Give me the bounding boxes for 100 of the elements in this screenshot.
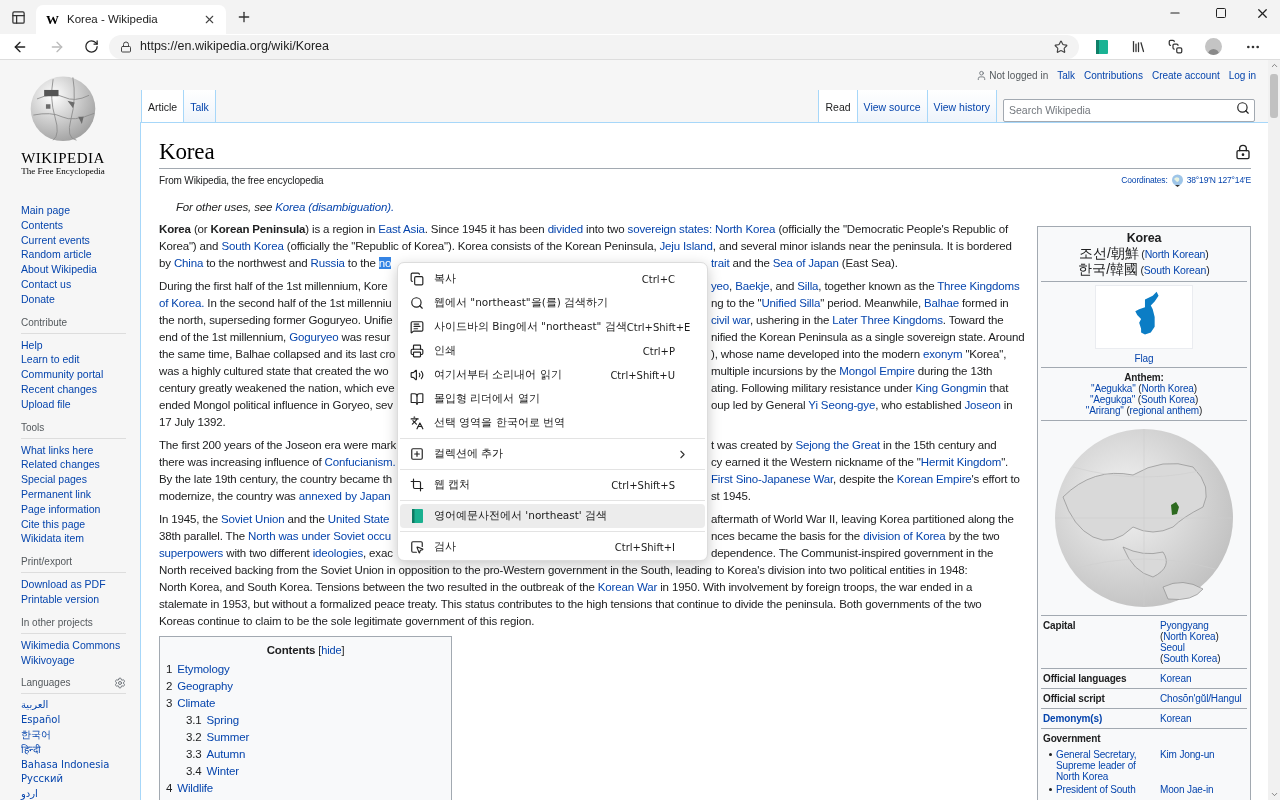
browser-tab[interactable]: W Korea - Wikipedia (36, 5, 226, 34)
link[interactable]: First Sino-Japanese War (711, 473, 834, 485)
menu-item[interactable]: 여기서부터 소리내어 읽기 Ctrl+Shift+U (400, 363, 705, 387)
coordinates-link[interactable]: 38°19′N 127°14′E (1186, 174, 1251, 187)
page-tab[interactable]: View history (927, 90, 997, 122)
sidebar-link[interactable]: Contact us (21, 277, 126, 292)
sidebar-link[interactable]: What links here (21, 442, 126, 458)
toc-link[interactable]: Autumn (206, 745, 246, 764)
link[interactable]: divided (547, 223, 584, 235)
link[interactable]: Pyongyang (1160, 620, 1209, 631)
sidebar-link[interactable]: Printable version (21, 591, 126, 607)
refresh-icon[interactable] (84, 39, 99, 54)
close-icon[interactable] (203, 13, 216, 26)
address-bar[interactable]: https://en.wikipedia.org/wiki/Korea (109, 34, 1079, 59)
sidebar-link[interactable]: Related changes (21, 457, 126, 473)
toc-link[interactable]: Spring (206, 711, 239, 730)
link[interactable]: trait (711, 257, 730, 269)
globe-icon[interactable] (1170, 174, 1184, 187)
new-tab-icon[interactable] (236, 9, 252, 25)
link[interactable]: East Asia (378, 223, 425, 235)
link[interactable]: Mongol Empire (839, 365, 915, 377)
sidebar-link[interactable]: Random article (21, 247, 126, 263)
sidebar-link[interactable]: Permanent link (21, 486, 126, 502)
sidebar-link[interactable]: Upload file (21, 396, 126, 412)
link[interactable]: Hermit Kingdom (920, 456, 1002, 468)
page-tab[interactable]: Read (819, 90, 858, 122)
search-icon[interactable] (1236, 101, 1250, 115)
toc-link[interactable]: Geography (177, 677, 233, 696)
link[interactable]: "Aegukga" (1089, 394, 1136, 405)
settings-icon[interactable] (114, 676, 126, 689)
menu-item[interactable]: 웹 캡처 Ctrl+Shift+S (400, 473, 705, 497)
sidebar-link[interactable]: हिन्दी (21, 742, 126, 758)
link[interactable]: Moon Jae-in (1160, 784, 1214, 795)
menu-item[interactable]: 선택 영역을 한국어로 번역 (400, 411, 705, 435)
link[interactable]: North Korea (1163, 631, 1216, 642)
link[interactable]: exonym (923, 348, 963, 360)
link[interactable]: North Korea (1141, 383, 1194, 394)
toc-link[interactable]: Winter (206, 762, 239, 781)
link[interactable]: of Korea. (159, 297, 205, 309)
link[interactable]: Joseon (964, 399, 1001, 411)
link[interactable]: General Secretary, Supreme leader of North Korea (1056, 749, 1152, 782)
sidebar-link[interactable]: Wikidata item (21, 531, 126, 547)
sidebar-link[interactable]: 한국어 (21, 727, 126, 743)
sidebar-link[interactable]: Wikivoyage (21, 652, 126, 668)
link[interactable]: United State (327, 513, 390, 525)
sidebar-link[interactable]: Main page (21, 203, 126, 218)
link[interactable]: Confucianism. (324, 456, 396, 468)
sidebar-link[interactable]: Bahasa Indonesia (21, 757, 126, 773)
link[interactable]: annexed by Japan (298, 490, 391, 502)
profile-avatar[interactable] (1205, 38, 1223, 55)
personal-link[interactable]: Log in (1228, 67, 1256, 83)
link[interactable]: South Korea (221, 240, 284, 252)
link[interactable]: superpowers (159, 547, 224, 559)
link[interactable]: China (173, 257, 204, 269)
toc-link[interactable]: Summer (206, 728, 250, 747)
sidebar-link[interactable]: Special pages (21, 472, 126, 487)
link[interactable]: Seoul (1160, 642, 1185, 653)
page-tab[interactable]: Talk (184, 90, 216, 122)
sidebar-link[interactable]: Download as PDF (21, 577, 126, 592)
sidebar-link[interactable]: Español (21, 713, 126, 728)
menu-item[interactable]: 영어예문사전에서 'northeast' 검색 (400, 504, 705, 528)
sidebar-link[interactable]: Page information (21, 501, 126, 517)
sidebar-link[interactable]: Wikimedia Commons (21, 637, 126, 653)
menu-item[interactable]: 사이드바의 Bing에서 "northeast" 검색Ctrl+Shift+E (400, 315, 705, 339)
link[interactable]: Korea (disambiguation). (275, 201, 394, 213)
sidebar-link[interactable]: Community portal (21, 367, 126, 382)
menu-item[interactable]: 컬렉션에 추가 (400, 442, 705, 466)
link[interactable]: King Gongmin (915, 382, 987, 394)
add-favorite-icon[interactable] (1054, 39, 1068, 54)
link[interactable]: President of South (1056, 784, 1152, 795)
link[interactable]: Sejong the Great (795, 439, 880, 451)
link[interactable]: Balhae (924, 297, 959, 309)
personal-link[interactable]: Contributions (1084, 67, 1143, 83)
scrollbar[interactable] (1268, 60, 1280, 800)
link[interactable]: "Aegukka" (1091, 383, 1136, 394)
scrollbar-thumb[interactable] (1270, 74, 1278, 118)
sidebar-link[interactable]: Current events (21, 232, 126, 248)
search-field[interactable]: Search Wikipedia (1003, 98, 1255, 122)
toc-link[interactable]: Climate (177, 694, 216, 713)
link[interactable]: civil war (711, 314, 750, 326)
link[interactable]: Sea of Japan (772, 257, 839, 269)
sidebar-link[interactable]: اردو (21, 787, 126, 800)
sidebar-link[interactable]: Русский (21, 772, 126, 788)
link[interactable]: sovereign states: North Korea (627, 223, 776, 235)
page-tab[interactable]: View source (857, 90, 928, 122)
sidebar-link[interactable]: Cite this page (21, 516, 126, 532)
link[interactable]: Korean (1160, 673, 1192, 684)
link[interactable]: ideologies (312, 547, 363, 559)
tab-actions-icon[interactable] (10, 9, 26, 25)
menu-item[interactable]: 검사 Ctrl+Shift+I (400, 535, 705, 559)
toc-link[interactable]: Etymology (177, 660, 230, 679)
link[interactable]: Chosŏn'gŭl/Hangul (1160, 693, 1242, 704)
menu-item[interactable]: 복사 Ctrl+C (400, 267, 705, 291)
menu-item[interactable]: 몰입형 리더에서 열기 (400, 387, 705, 411)
link[interactable]: Unified Silla (761, 297, 821, 309)
sidebar-link[interactable]: Help (21, 337, 126, 353)
personal-link[interactable]: Create account (1151, 67, 1220, 83)
link[interactable]: Soviet Union (221, 513, 285, 525)
flag-link[interactable]: Flag (1134, 353, 1154, 364)
link[interactable]: Three Kingdoms (937, 280, 1020, 292)
